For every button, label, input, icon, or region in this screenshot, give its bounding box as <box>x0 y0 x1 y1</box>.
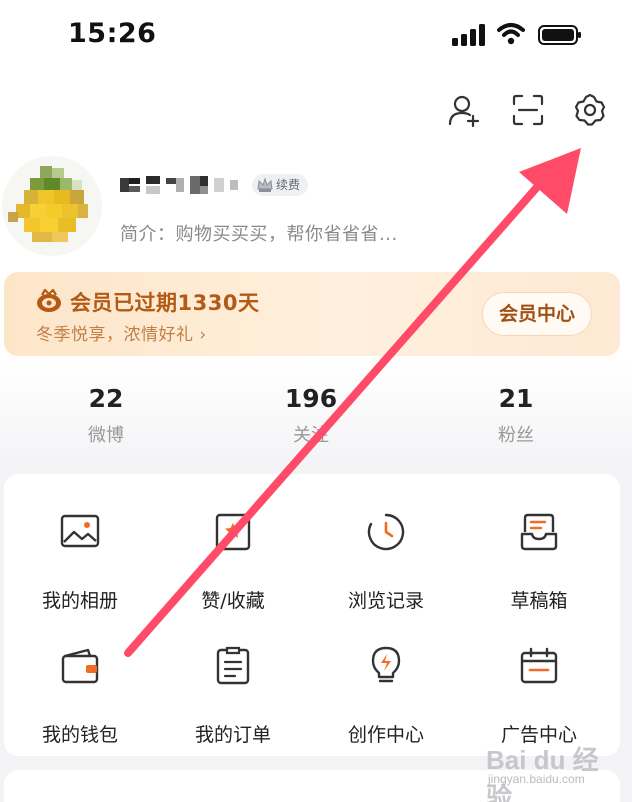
profile-top-actions <box>0 90 632 134</box>
cellular-signal-icon <box>452 24 485 46</box>
grid-item-wallet[interactable]: 我的钱包 <box>5 626 155 746</box>
grid-item-ads[interactable]: 广告中心 <box>464 626 614 746</box>
scan-button[interactable] <box>508 90 548 130</box>
wallet-icon <box>61 648 99 684</box>
watermark-text: Bai du 经验 <box>486 745 599 802</box>
grid-label: 赞/收藏 <box>201 590 265 612</box>
profile-header: 续费 简介：购物买买买，帮你省省省... <box>0 150 632 260</box>
gear-icon <box>574 93 606 126</box>
stat-following[interactable]: 196 关注 <box>251 384 371 447</box>
settings-button[interactable] <box>570 90 610 130</box>
crown-icon <box>257 177 273 192</box>
grid-label: 我的钱包 <box>41 724 118 746</box>
wifi-icon <box>497 23 525 45</box>
vip-membership-card[interactable]: 会员已过期1330天 冬季悦享，浓情好礼 › 会员中心 <box>4 272 620 356</box>
grid-label: 草稿箱 <box>510 590 568 612</box>
grid-item-history[interactable]: 浏览记录 <box>311 492 461 612</box>
status-time: 15:26 <box>68 18 157 49</box>
add-user-icon <box>448 95 480 127</box>
grid-label: 我的订单 <box>194 724 271 746</box>
grid-item-creator[interactable]: 创作中心 <box>311 626 461 746</box>
album-icon <box>60 514 100 548</box>
watermark-logo: Bai du 经验 jingyan.baidu.com <box>486 738 614 802</box>
ads-icon <box>520 647 558 684</box>
battery-icon <box>538 25 581 45</box>
grid-label: 浏览记录 <box>347 590 424 612</box>
stat-weibo[interactable]: 22 微博 <box>46 384 166 447</box>
scan-icon <box>512 94 544 126</box>
drafts-icon <box>520 513 558 551</box>
grid-item-favorites[interactable]: 赞/收藏 <box>158 492 308 612</box>
avatar[interactable] <box>2 156 102 256</box>
status-bar: 15:26 <box>0 0 632 70</box>
profile-bio[interactable]: 简介：购物买买买，帮你省省省... <box>120 220 398 246</box>
stat-value: 196 <box>284 384 338 413</box>
creator-icon <box>371 646 401 683</box>
grid-label: 创作中心 <box>347 724 424 746</box>
history-icon <box>367 513 405 551</box>
vip-center-button[interactable]: 会员中心 <box>482 292 592 336</box>
grid-item-album[interactable]: 我的相册 <box>5 492 155 612</box>
renew-badge[interactable]: 续费 <box>252 174 309 196</box>
orders-icon <box>216 646 250 685</box>
avatar-image <box>2 156 102 256</box>
username-blurred <box>120 176 238 194</box>
renew-badge-label: 续费 <box>276 178 301 192</box>
stat-label: 粉丝 <box>498 425 534 446</box>
stat-value: 22 <box>88 384 124 413</box>
watermark-url: jingyan.baidu.com <box>488 772 585 786</box>
profile-stats: 22 微博 196 关注 21 粉丝 <box>0 384 632 460</box>
add-friend-button[interactable] <box>444 90 484 130</box>
grid-item-drafts[interactable]: 草稿箱 <box>464 492 614 612</box>
function-grid: 我的相册 赞/收藏 浏览记录 草稿箱 我的钱包 我的订单 创作中心 广告中心 <box>4 474 620 756</box>
vip-promo-link[interactable]: 冬季悦享，浓情好礼 › <box>36 320 207 345</box>
grid-label: 我的相册 <box>41 590 118 612</box>
stat-value: 21 <box>498 384 534 413</box>
vip-status-title: 会员已过期1330天 <box>70 291 260 315</box>
stat-followers[interactable]: 21 粉丝 <box>456 384 576 447</box>
stat-label: 微博 <box>88 425 124 446</box>
vip-icon <box>37 288 61 312</box>
stat-label: 关注 <box>293 425 329 446</box>
favorites-icon <box>215 513 251 551</box>
grid-item-orders[interactable]: 我的订单 <box>158 626 308 746</box>
